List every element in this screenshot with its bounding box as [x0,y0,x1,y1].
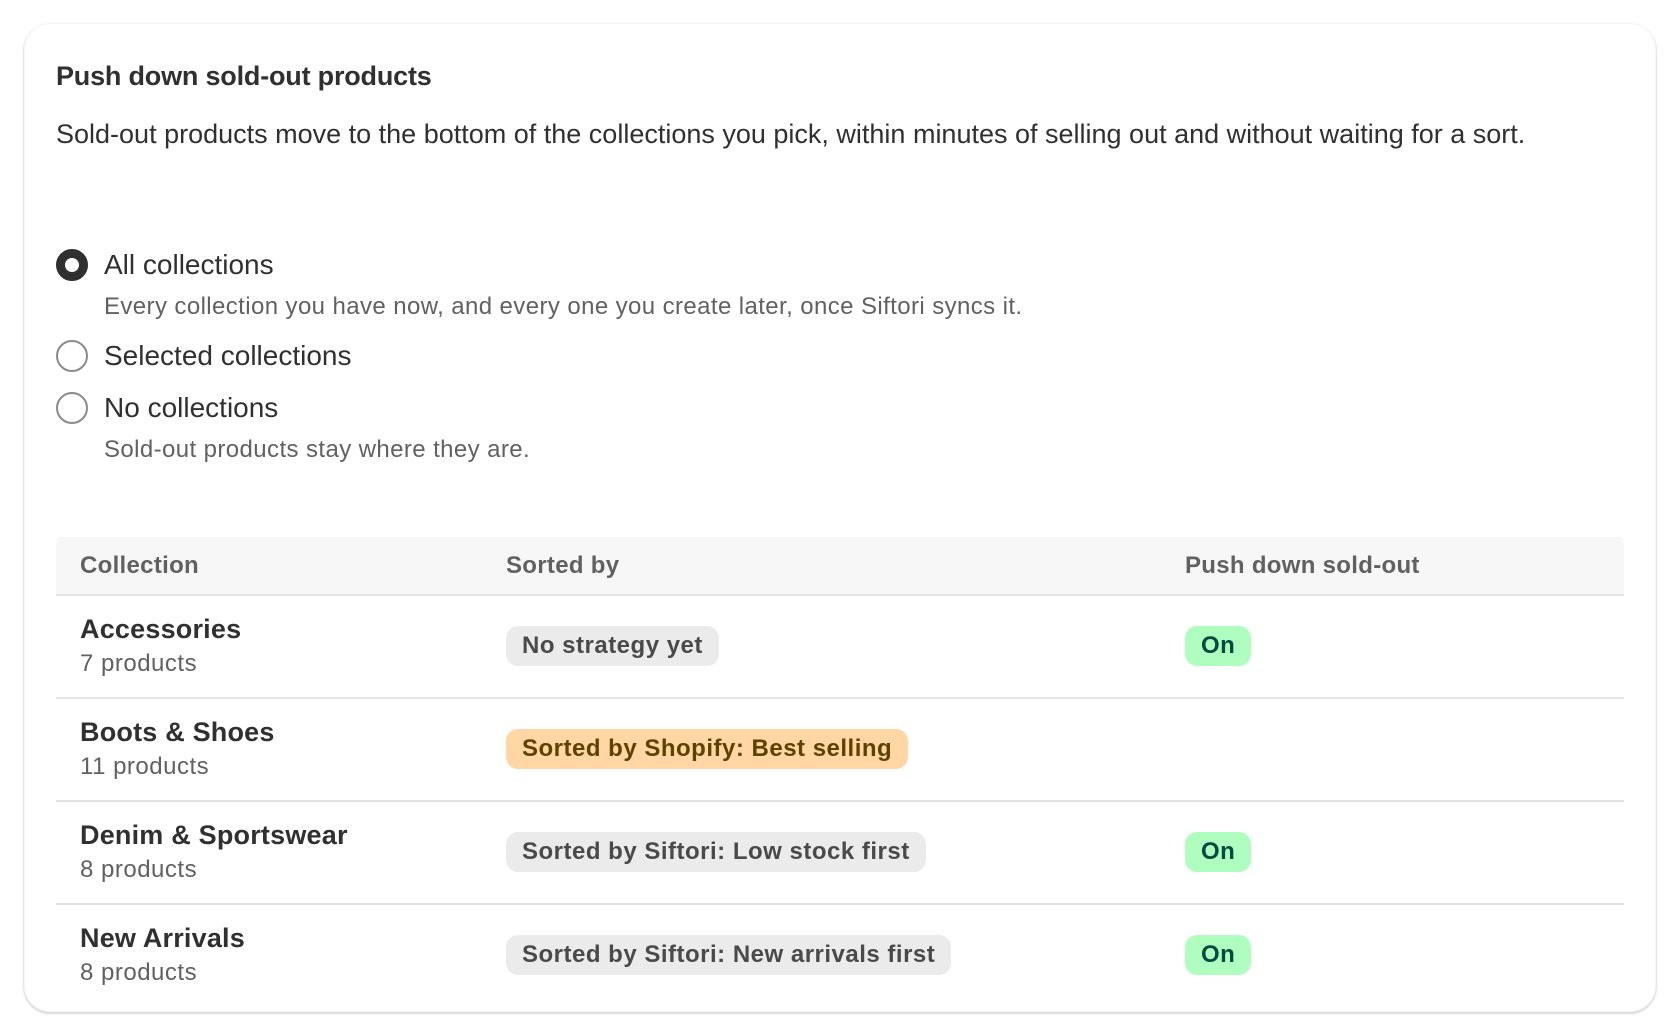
table-row: New Arrivals 8 products Sorted by Siftor… [56,905,1624,1006]
collection-name: New Arrivals [80,923,245,953]
collection-name: Boots & Shoes [80,717,275,747]
column-header-sorted-by: Sorted by [506,552,620,579]
product-count: 7 products [80,650,198,677]
sort-strategy-badge: Sorted by Shopify: Best selling [506,729,909,769]
product-count: 8 products [80,959,198,986]
product-count: 8 products [80,856,198,883]
radio-button[interactable] [56,340,88,372]
settings-card: Push down sold-out products Sold-out pro… [24,23,1656,1012]
sort-strategy-badge: Sorted by Siftori: New arrivals first [506,935,952,975]
push-down-status-badge: On [1185,626,1252,666]
product-count: 11 products [80,753,210,780]
radio-no-collections[interactable]: No collections [56,388,278,428]
radio-help-text: Sold-out products stay where they are. [104,436,531,463]
collection-name: Accessories [80,614,242,644]
collections-table: Collection Sorted by Push down sold-out … [56,537,1624,1006]
radio-label: No collections [104,392,279,423]
push-down-status-badge: On [1185,832,1252,872]
push-down-status-badge: On [1185,935,1252,975]
table-row: Denim & Sportswear 8 products Sorted by … [56,802,1624,905]
table-row: Accessories 7 products No strategy yet O… [56,596,1624,699]
radio-label: All collections [104,249,274,280]
radio-selected-collections[interactable]: Selected collections [56,336,351,376]
radio-button-checked[interactable] [56,249,88,281]
radio-button[interactable] [56,392,88,424]
card-title: Push down sold-out products [56,61,432,91]
column-header-push-down: Push down sold-out [1185,552,1420,579]
table-row: Boots & Shoes 11 products Sorted by Shop… [56,699,1624,802]
radio-help-text: Every collection you have now, and every… [104,293,1023,320]
sort-strategy-badge: Sorted by Siftori: Low stock first [506,832,926,872]
radio-all-collections[interactable]: All collections [56,245,274,285]
collection-name: Denim & Sportswear [80,820,348,850]
card-description: Sold-out products move to the bottom of … [56,119,1526,149]
table-header: Collection Sorted by Push down sold-out [56,537,1624,596]
radio-label: Selected collections [104,340,352,371]
column-header-collection: Collection [80,552,200,579]
sort-strategy-badge: No strategy yet [506,626,719,666]
